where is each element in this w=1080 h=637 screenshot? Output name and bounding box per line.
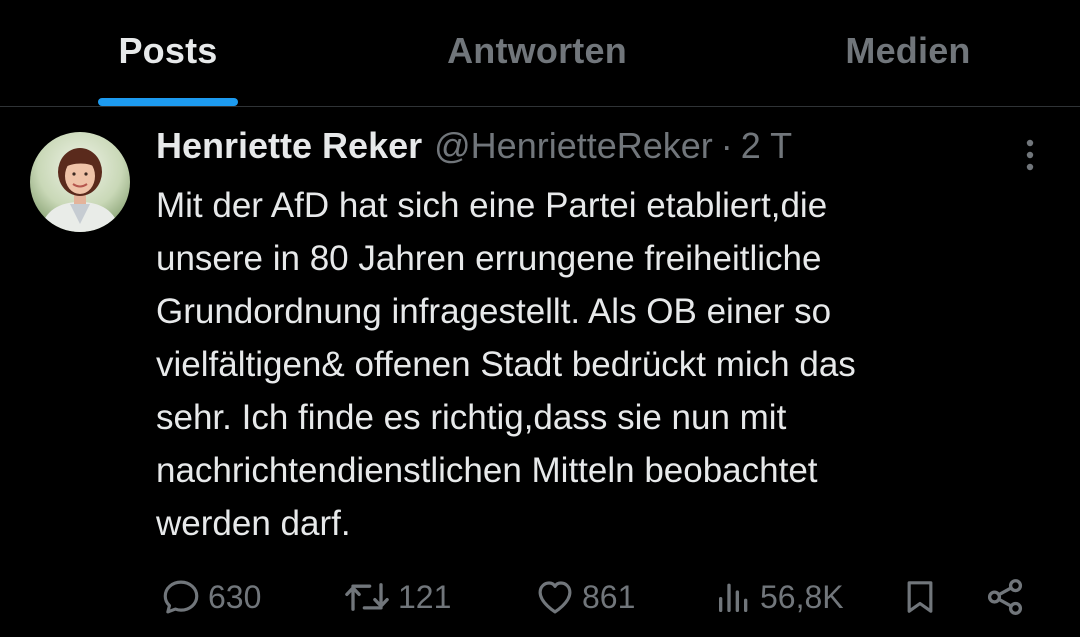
author-name[interactable]: Henriette Reker <box>156 125 422 167</box>
tweet-header: Henriette Reker @HenrietteReker · 2 T <box>156 125 792 173</box>
more-icon <box>1026 139 1034 171</box>
reply-icon <box>163 580 199 614</box>
tweet-text: Mit der AfD hat sich eine Partei etablie… <box>156 186 856 543</box>
active-tab-indicator <box>98 98 238 106</box>
reply-count: 630 <box>208 578 262 615</box>
repost-icon <box>345 583 389 611</box>
bookmark-button[interactable] <box>900 573 940 621</box>
tab-medien-label: Medien <box>845 30 971 71</box>
profile-tabs: Posts Antworten Medien <box>0 0 1080 107</box>
avatar[interactable] <box>30 132 130 232</box>
tweet[interactable]: Henriette Reker @HenrietteReker · 2 T Mi… <box>0 107 1080 637</box>
author-handle[interactable]: @HenrietteReker <box>434 125 713 167</box>
like-count: 861 <box>582 578 636 615</box>
like-icon <box>538 581 572 614</box>
tab-posts[interactable]: Posts <box>68 0 268 106</box>
views-count: 56,8K <box>760 578 844 615</box>
tab-antworten-label: Antworten <box>447 30 627 71</box>
reply-button[interactable]: 630 <box>160 573 261 621</box>
tab-medien[interactable]: Medien <box>808 0 1008 106</box>
tweet-actions: 630 121 861 56,8K <box>0 569 1080 625</box>
share-icon <box>987 579 1023 615</box>
tweet-timestamp[interactable]: 2 T <box>741 125 792 167</box>
views-button[interactable]: 56,8K <box>714 573 844 621</box>
tab-antworten[interactable]: Antworten <box>412 0 662 106</box>
tab-posts-label: Posts <box>118 30 218 71</box>
views-icon <box>719 583 748 612</box>
share-button[interactable] <box>984 573 1026 621</box>
bookmark-icon <box>907 581 933 613</box>
separator-dot: · <box>720 125 733 166</box>
repost-count: 121 <box>398 578 452 615</box>
repost-button[interactable]: 121 <box>342 573 451 621</box>
like-button[interactable]: 861 <box>534 573 635 621</box>
more-options-button[interactable] <box>1016 137 1044 173</box>
